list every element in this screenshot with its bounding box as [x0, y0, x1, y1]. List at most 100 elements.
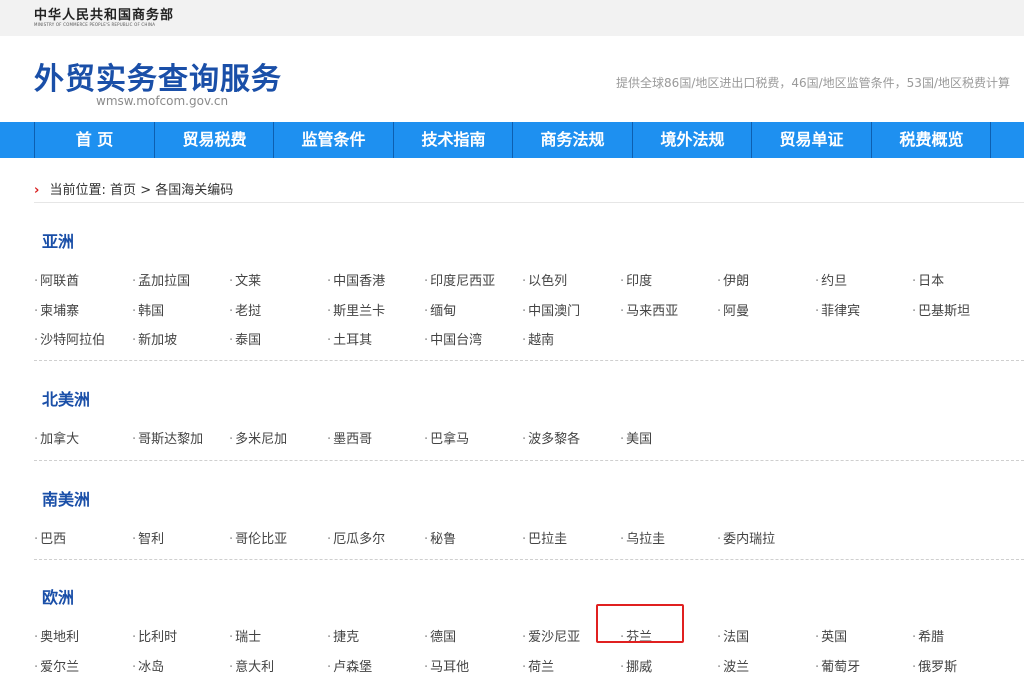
highlight-box — [596, 604, 684, 643]
country-link[interactable]: · 马耳他 — [424, 656, 469, 673]
country-link[interactable]: · 挪威 — [620, 656, 652, 673]
region-divider — [34, 460, 1024, 461]
bullet-icon: · — [132, 274, 137, 289]
country-link[interactable]: · 中国澳门 — [522, 300, 580, 319]
bullet-icon: · — [34, 630, 39, 645]
nav-item[interactable]: 技术指南 — [394, 122, 513, 158]
country-name: 葡萄牙 — [821, 660, 861, 673]
country-link[interactable]: · 越南 — [522, 329, 554, 348]
country-link[interactable]: · 美国 — [620, 428, 652, 447]
country-link[interactable]: · 新加坡 — [132, 329, 177, 348]
bullet-icon: · — [912, 630, 917, 645]
country-name: 中国澳门 — [528, 304, 581, 319]
nav-item[interactable]: 税费概览 — [872, 122, 991, 158]
country-link[interactable]: · 阿联酋 — [34, 270, 79, 289]
country-name: 马来西亚 — [626, 304, 679, 319]
country-link[interactable]: · 缅甸 — [424, 300, 456, 319]
country-name: 美国 — [626, 432, 653, 447]
bullet-icon: · — [424, 304, 429, 319]
nav-item[interactable]: 首 页 — [35, 122, 154, 158]
country-link[interactable]: · 中国台湾 — [424, 329, 482, 348]
country-link[interactable]: · 意大利 — [229, 656, 274, 673]
country-link[interactable]: · 约旦 — [815, 270, 847, 289]
country-link[interactable]: · 波多黎各 — [522, 428, 580, 447]
country-name: 多米尼加 — [235, 432, 288, 447]
ministry-bar: 中华人民共和国商务部 MINISTRY OF COMMERCE PEOPLE'S… — [0, 0, 1024, 36]
country-link[interactable]: · 德国 — [424, 626, 456, 645]
country-name: 缅甸 — [430, 304, 457, 319]
nav-item[interactable]: 境外法规 — [633, 122, 752, 158]
country-link[interactable]: · 智利 — [132, 528, 164, 547]
country-link[interactable]: · 冰岛 — [132, 656, 164, 673]
country-link[interactable]: · 柬埔寨 — [34, 300, 79, 319]
country-link[interactable]: · 厄瓜多尔 — [327, 528, 385, 547]
country-link[interactable]: · 希腊 — [912, 626, 944, 645]
bullet-icon: · — [229, 432, 234, 447]
country-link[interactable]: · 捷克 — [327, 626, 359, 645]
country-link[interactable]: · 奥地利 — [34, 626, 79, 645]
country-link[interactable]: · 沙特阿拉伯 — [34, 329, 105, 348]
country-link[interactable]: · 老挝 — [229, 300, 261, 319]
country-link[interactable]: · 爱沙尼亚 — [522, 626, 580, 645]
country-link[interactable]: · 哥斯达黎加 — [132, 428, 203, 447]
country-link[interactable]: · 葡萄牙 — [815, 656, 860, 673]
country-name: 冰岛 — [138, 660, 165, 673]
country-name: 巴拉圭 — [528, 532, 568, 547]
country-link[interactable]: · 爱尔兰 — [34, 656, 79, 673]
country-link[interactable]: · 比利时 — [132, 626, 177, 645]
country-link[interactable]: · 泰国 — [229, 329, 261, 348]
country-link[interactable]: · 乌拉圭 — [620, 528, 665, 547]
bullet-icon: · — [132, 333, 137, 348]
site-title[interactable]: 外贸实务查询服务 — [34, 54, 282, 98]
country-link[interactable]: · 孟加拉国 — [132, 270, 190, 289]
country-link[interactable]: · 巴拿马 — [424, 428, 469, 447]
country-link[interactable]: · 文莱 — [229, 270, 261, 289]
country-name: 约旦 — [821, 274, 848, 289]
country-link[interactable]: · 墨西哥 — [327, 428, 372, 447]
nav-item[interactable]: 贸易税费 — [155, 122, 274, 158]
country-link[interactable]: · 印度 — [620, 270, 652, 289]
country-link[interactable]: · 波兰 — [717, 656, 749, 673]
country-link[interactable]: · 土耳其 — [327, 329, 372, 348]
country-link[interactable]: · 俄罗斯 — [912, 656, 957, 673]
country-link[interactable]: · 巴拉圭 — [522, 528, 567, 547]
country-name: 希腊 — [918, 630, 945, 645]
country-link[interactable]: · 法国 — [717, 626, 749, 645]
country-link[interactable]: · 巴西 — [34, 528, 66, 547]
bullet-icon: · — [522, 274, 527, 289]
bullet-icon: · — [229, 274, 234, 289]
bullet-icon: · — [34, 304, 39, 319]
country-link[interactable]: · 阿曼 — [717, 300, 749, 319]
country-name: 伊朗 — [723, 274, 750, 289]
country-link[interactable]: · 荷兰 — [522, 656, 554, 673]
country-link[interactable]: · 日本 — [912, 270, 944, 289]
country-link[interactable]: · 韩国 — [132, 300, 164, 319]
breadcrumb-arrow-icon: › — [34, 183, 40, 198]
country-link[interactable]: · 多米尼加 — [229, 428, 287, 447]
country-link[interactable]: · 委内瑞拉 — [717, 528, 775, 547]
breadcrumb-home[interactable]: 首页 — [110, 183, 136, 198]
nav-item[interactable]: 贸易单证 — [752, 122, 871, 158]
country-link[interactable]: · 秘鲁 — [424, 528, 456, 547]
country-link[interactable]: · 瑞士 — [229, 626, 261, 645]
country-link[interactable]: · 巴基斯坦 — [912, 300, 970, 319]
country-link[interactable]: · 以色列 — [522, 270, 567, 289]
country-name: 爱尔兰 — [40, 660, 80, 673]
nav-item[interactable]: 商务法规 — [513, 122, 632, 158]
country-link[interactable]: · 菲律宾 — [815, 300, 860, 319]
bullet-icon: · — [327, 333, 332, 348]
nav-item[interactable]: 监管条件 — [274, 122, 393, 158]
country-link[interactable]: · 伊朗 — [717, 270, 749, 289]
country-link[interactable]: · 哥伦比亚 — [229, 528, 287, 547]
country-link[interactable]: · 马来西亚 — [620, 300, 678, 319]
bullet-icon: · — [327, 660, 332, 673]
country-link[interactable]: · 加拿大 — [34, 428, 79, 447]
country-link[interactable]: · 印度尼西亚 — [424, 270, 495, 289]
country-link[interactable]: · 英国 — [815, 626, 847, 645]
ministry-name-en: MINISTRY OF COMMERCE PEOPLE'S REPUBLIC O… — [34, 22, 156, 27]
country-link[interactable]: · 斯里兰卡 — [327, 300, 385, 319]
country-link[interactable]: · 中国香港 — [327, 270, 385, 289]
country-link[interactable]: · 卢森堡 — [327, 656, 372, 673]
country-name: 卢森堡 — [333, 660, 373, 673]
country-name: 波多黎各 — [528, 432, 581, 447]
